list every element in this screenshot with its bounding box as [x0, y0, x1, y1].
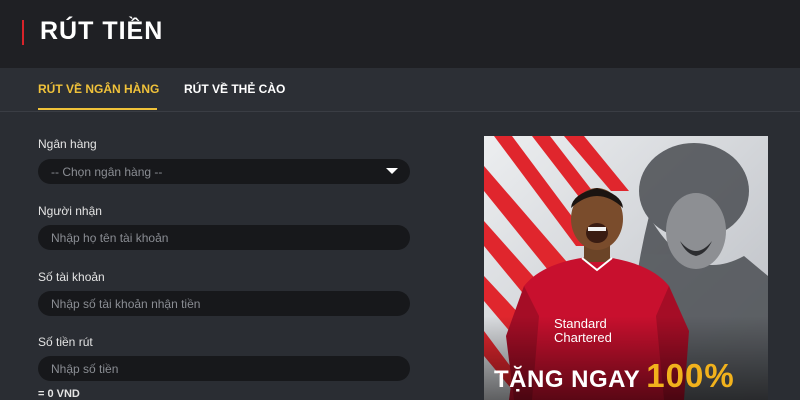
promo-text: TẶNG NGAY 100%	[494, 357, 735, 395]
withdraw-tabs: RÚT VỀ NGÂN HÀNG RÚT VỀ THẺ CÀO	[0, 68, 800, 112]
active-tab-indicator	[38, 108, 157, 110]
tab-withdraw-bank[interactable]: RÚT VỀ NGÂN HÀNG	[38, 82, 159, 96]
recipient-label: Người nhận	[38, 204, 102, 218]
account-number-input[interactable]	[38, 291, 410, 316]
bank-select[interactable]: -- Chọn ngân hàng --	[38, 159, 410, 184]
account-number-label: Số tài khoản	[38, 270, 105, 284]
amount-input[interactable]	[38, 356, 410, 381]
converted-amount: = 0 VND	[38, 388, 80, 400]
bank-select-value: -- Chọn ngân hàng --	[51, 165, 163, 179]
promo-banner[interactable]: Standard Chartered TẶNG NGAY 100%	[484, 136, 768, 400]
header-accent-bar	[22, 20, 24, 45]
chevron-down-icon	[386, 168, 398, 174]
bank-label: Ngân hàng	[38, 137, 97, 151]
recipient-input[interactable]	[38, 225, 410, 250]
promo-text-main: TẶNG NGAY	[494, 366, 641, 393]
shirt-sponsor-line1: Standard	[554, 316, 607, 331]
amount-label: Số tiền rút	[38, 335, 93, 349]
page-title: RÚT TIỀN	[40, 17, 164, 45]
shirt-sponsor-line2: Chartered	[554, 330, 612, 345]
tab-withdraw-card[interactable]: RÚT VỀ THẺ CÀO	[184, 82, 285, 96]
page-header: RÚT TIỀN	[0, 0, 800, 68]
promo-text-percent: 100%	[646, 357, 735, 394]
